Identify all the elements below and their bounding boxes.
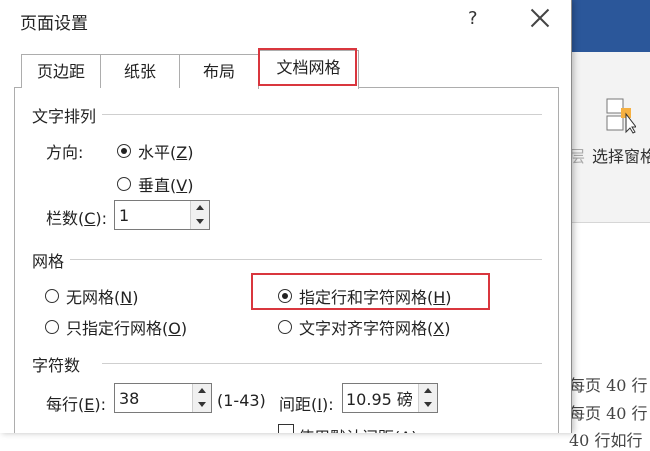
section-divider <box>102 363 542 364</box>
selection-pane-icon[interactable] <box>606 98 636 134</box>
tab-panel-document-grid <box>14 87 559 433</box>
spinner-down-icon[interactable] <box>193 398 211 412</box>
per-line-spinner[interactable] <box>114 383 212 413</box>
tab-margins[interactable]: 页边距 <box>21 54 101 88</box>
dialog-title: 页面设置 <box>20 14 88 34</box>
default-spacing-checkbox[interactable] <box>278 424 294 433</box>
default-spacing-label: 使用默认间距(A) <box>298 424 417 433</box>
radio-line-and-char-grid[interactable]: 指定行和字符网格(H) <box>278 284 452 308</box>
spinner-up-icon[interactable] <box>193 384 211 399</box>
radio-horizontal[interactable]: 水平(Z) <box>117 139 193 163</box>
tab-paper[interactable]: 纸张 <box>100 54 180 88</box>
spacing-input[interactable] <box>343 384 424 412</box>
radio-vertical[interactable]: 垂直(V) <box>117 172 193 196</box>
per-line-input[interactable] <box>115 384 195 412</box>
section-characters: 字符数 <box>32 356 81 375</box>
columns-spinner[interactable] <box>114 200 210 230</box>
tab-document-grid[interactable]: 文档网格 <box>258 50 359 89</box>
radio-label: 文字对齐字符网格(X) <box>299 319 451 338</box>
document-text-line: 每页 40 行 <box>569 404 648 423</box>
radio-label: 指定行和字符网格(H) <box>299 288 452 307</box>
section-divider <box>102 114 542 115</box>
spinner-up-icon[interactable] <box>419 384 437 399</box>
spinner-buttons <box>192 384 211 412</box>
spacing-spinner[interactable] <box>342 383 438 413</box>
spinner-down-icon[interactable] <box>191 215 209 229</box>
document-text-line: 40 行如行 <box>569 431 643 450</box>
radio-dot <box>278 320 292 334</box>
close-icon[interactable] <box>528 6 552 30</box>
section-grid: 网格 <box>32 252 65 271</box>
radio-label: 只指定行网格(O) <box>66 319 188 338</box>
page-setup-dialog: 页面设置 ? 页边距 纸张 布局 文档网格 文字排列 方向: 水平(Z) 垂直(… <box>0 0 572 433</box>
radio-snap-to-char-grid[interactable]: 文字对齐字符网格(X) <box>278 315 450 339</box>
radio-dot <box>117 177 131 191</box>
spacing-label: 间距(I): <box>279 395 334 414</box>
section-text-direction: 文字排列 <box>32 107 97 126</box>
per-line-label: 每行(E): <box>46 395 106 414</box>
radio-label: 垂直(V) <box>138 176 194 195</box>
radio-dot <box>117 144 131 158</box>
per-line-range: (1-43) <box>217 391 266 410</box>
radio-label: 水平(Z) <box>138 143 194 162</box>
columns-label: 栏数(C): <box>46 209 108 228</box>
section-divider <box>70 259 542 260</box>
spinner-buttons <box>190 201 209 229</box>
tab-layout[interactable]: 布局 <box>179 54 259 88</box>
direction-label: 方向: <box>46 143 84 162</box>
radio-dot <box>45 289 59 303</box>
radio-dot <box>45 320 59 334</box>
radio-label: 无网格(N) <box>66 288 139 307</box>
radio-no-grid[interactable]: 无网格(N) <box>45 284 138 308</box>
document-text-line: 每页 40 行 <box>569 376 648 395</box>
radio-dot <box>278 289 292 303</box>
spinner-up-icon[interactable] <box>191 201 209 216</box>
spinner-buttons <box>418 384 437 412</box>
columns-input[interactable] <box>115 201 193 229</box>
radio-line-grid-only[interactable]: 只指定行网格(O) <box>45 315 187 339</box>
help-button[interactable]: ? <box>468 8 478 29</box>
spinner-down-icon[interactable] <box>419 398 437 412</box>
selection-pane-button[interactable]: 选择窗格 <box>592 143 650 167</box>
